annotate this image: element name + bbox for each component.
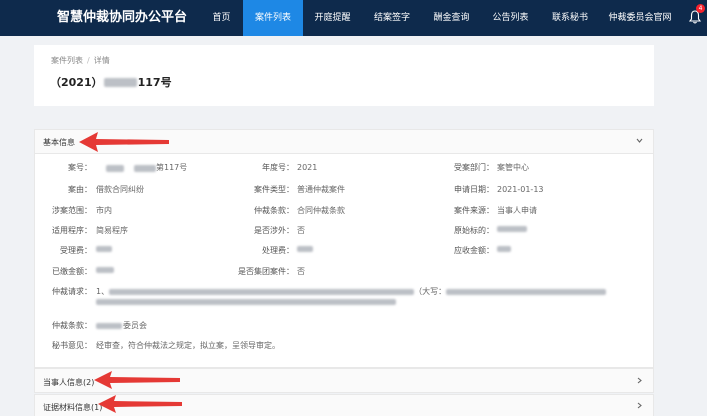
receivable-value bbox=[497, 246, 511, 252]
clause-value: 合同仲裁条款 bbox=[297, 206, 345, 215]
case-no-value: 第117号 bbox=[96, 163, 187, 173]
party-info-title: 当事人信息(2) bbox=[43, 378, 95, 387]
foreign-value: 否 bbox=[297, 226, 305, 235]
redacted-text bbox=[134, 164, 156, 172]
notification-badge: 4 bbox=[696, 4, 705, 13]
chevron-right-icon[interactable] bbox=[635, 401, 644, 413]
nav-closing-sign[interactable]: 结案签字 bbox=[362, 0, 422, 36]
source-value: 当事人申请 bbox=[497, 206, 537, 215]
arrow-left-icon bbox=[79, 132, 169, 152]
redacted-text bbox=[96, 267, 114, 273]
page-title-prefix: （2021） bbox=[50, 76, 103, 89]
redacted-text bbox=[106, 164, 124, 172]
arrow-left-icon bbox=[98, 395, 182, 413]
paid-value bbox=[96, 267, 114, 273]
dept-value: 案管中心 bbox=[497, 163, 529, 172]
group-case-value: 否 bbox=[297, 267, 305, 276]
nav-announcements[interactable]: 公告列表 bbox=[481, 0, 540, 36]
redacted-text bbox=[497, 226, 527, 232]
secretary-value: 经审查，符合仲裁法之规定，拟立案，呈领导审定。 bbox=[96, 341, 280, 350]
procedure-value: 简易程序 bbox=[96, 226, 128, 235]
page-title-suffix: 117号 bbox=[137, 76, 172, 89]
breadcrumb: 案件列表 / 详情 bbox=[51, 55, 110, 66]
main-nav: 首页 案件列表 开庭提醒 结案签字 酬金查询 公告列表 联系秘书 仲裁委员会官网 bbox=[200, 0, 680, 36]
cause-value: 借款合同纠纷 bbox=[96, 185, 144, 194]
chevron-right-icon[interactable] bbox=[635, 376, 644, 388]
app-brand[interactable]: 智慧仲裁协同办公平台 bbox=[57, 0, 187, 36]
clause2-value: 委员会 bbox=[96, 321, 147, 331]
redacted-text bbox=[103, 77, 137, 87]
apply-date-value: 2021-01-13 bbox=[497, 185, 544, 194]
request-value-line1: 1、 （大写： bbox=[96, 287, 607, 297]
accept-fee-value bbox=[96, 246, 112, 252]
redacted-text bbox=[446, 289, 607, 295]
evidence-info-title: 证据材料信息(1) bbox=[43, 403, 103, 412]
nav-contact-secretary[interactable]: 联系秘书 bbox=[540, 0, 600, 36]
top-header: 智慧仲裁协同办公平台 首页 案件列表 开庭提醒 结案签字 酬金查询 公告列表 联… bbox=[0, 0, 707, 36]
arrow-left-icon bbox=[94, 371, 180, 389]
breadcrumb-separator: / bbox=[87, 56, 90, 65]
nav-hearing-reminder[interactable]: 开庭提醒 bbox=[303, 0, 362, 36]
redacted-text bbox=[96, 299, 396, 305]
basic-info-title: 基本信息 bbox=[43, 138, 75, 147]
nav-home[interactable]: 首页 bbox=[200, 0, 243, 36]
handle-fee-value bbox=[297, 246, 313, 252]
year-no-value: 2021 bbox=[297, 163, 318, 172]
case-type-value: 普通仲裁案件 bbox=[297, 185, 345, 194]
nav-official-site[interactable]: 仲裁委员会官网 bbox=[600, 0, 680, 36]
breadcrumb-parent[interactable]: 案件列表 bbox=[51, 56, 83, 65]
scope-value: 市内 bbox=[96, 206, 112, 215]
breadcrumb-current: 详情 bbox=[93, 56, 110, 65]
page-title: （2021） 117号 bbox=[50, 74, 172, 90]
title-card: 案件列表 / 详情 （2021） 117号 bbox=[34, 45, 654, 106]
nav-case-list[interactable]: 案件列表 bbox=[243, 0, 303, 36]
redacted-text bbox=[497, 246, 511, 252]
redacted-text bbox=[109, 289, 415, 295]
nav-fee-query[interactable]: 酬金查询 bbox=[422, 0, 481, 36]
redacted-text bbox=[96, 246, 112, 252]
redacted-text bbox=[96, 323, 122, 329]
redacted-text bbox=[297, 246, 313, 252]
request-value-line2 bbox=[96, 299, 396, 305]
original-amount-value bbox=[497, 226, 527, 232]
chevron-down-icon[interactable] bbox=[635, 136, 644, 148]
